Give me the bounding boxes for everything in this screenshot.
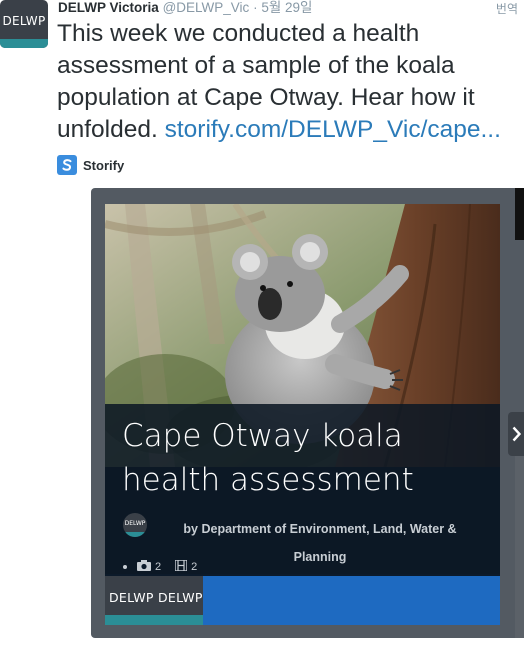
storify-link[interactable]: storify.com/DELWP_Vic/cape... [165,116,501,143]
tweet-header: DELWP Victoria @DELWP_Vic · 5월 29일 [58,0,312,18]
footer-thumbnail[interactable]: DELWP DELWP [105,576,203,625]
translate-link[interactable]: 번역 [496,0,518,17]
card-author-avatar-stripe [123,532,147,537]
tweet-text-line: population at Cape Otway. Hear how it [57,84,475,111]
tweet-text-line: This week we conducted a health [57,20,420,47]
tweet-text-last: unfolded. [57,116,165,143]
next-card-button[interactable] [508,412,524,456]
card-author-line: Planning [293,550,347,564]
avatar-stripe [0,39,48,48]
tweet-text-line: assessment of a sample of the koala [57,52,455,79]
author-name[interactable]: DELWP Victoria [58,0,159,15]
next-card-edge [515,456,524,638]
card-title-line: Cape Otway koala [122,418,403,454]
next-card-edge [515,188,524,240]
stats-dot [123,565,127,569]
header-separator: · [253,0,258,15]
camera-icon [137,560,151,574]
source-name: Storify [83,157,125,173]
card-stats: 2 2 [123,559,211,574]
film-icon [174,559,188,574]
storify-icon [57,155,77,175]
card-title-line: health assessment [122,462,414,498]
card-title[interactable]: Cape Otway koala health assessment [122,414,492,502]
photo-count: 2 [155,561,162,573]
card-author-avatar[interactable]: DELWP [123,513,147,537]
card-author[interactable]: by Department of Environment, Land, Wate… [165,515,475,571]
chevron-right-icon [512,426,521,442]
card-footer: DELWP DELWP [105,576,500,625]
card-author-avatar-label: DELWP [124,520,146,527]
avatar-label: DELWP [2,14,46,28]
footer-thumbnail-label: DELWP DELWP [109,590,203,605]
video-count: 2 [191,561,198,573]
story-card[interactable]: Cape Otway koala health assessment DELWP… [105,204,500,625]
footer-thumbnail-stripe [105,615,203,625]
card-source[interactable]: Storify [57,154,124,176]
author-avatar[interactable]: DELWP [0,0,48,48]
tweet-text-line: unfolded. storify.com/DELWP_Vic/cape... [57,114,524,146]
tweet-text: This week we conducted a health assessme… [57,18,524,146]
card-author-line: by Department of Environment, Land, Wate… [183,522,457,536]
author-handle[interactable]: @DELWP_Vic [163,0,250,15]
tweet-timestamp[interactable]: 5월 29일 [261,0,312,15]
